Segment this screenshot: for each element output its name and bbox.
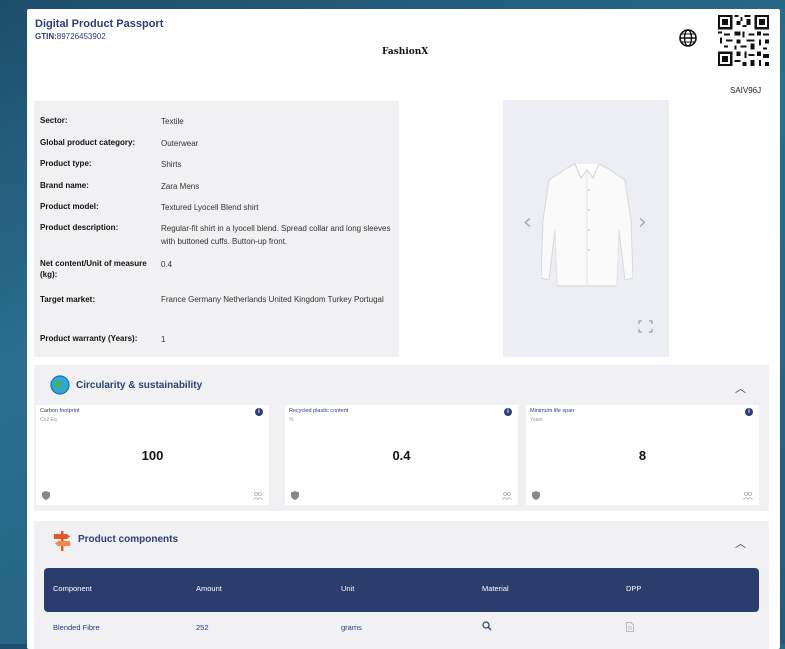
info-label: Brand name: [40, 181, 89, 190]
metric-title: Minimum life span [530, 408, 575, 414]
column-header: Amount [196, 584, 222, 593]
info-value: France Germany Netherlands United Kingdo… [161, 295, 384, 304]
info-value: Shirts [161, 160, 182, 169]
info-value: Zara Mens [161, 182, 200, 191]
column-header: DPP [626, 584, 642, 593]
info-value: 0.4 [161, 260, 173, 269]
components-table-header: Component Amount Unit Material DPP [44, 568, 759, 612]
brand-name: FashionX [382, 47, 429, 57]
people-icon [502, 492, 512, 500]
info-value: 1 [161, 335, 166, 344]
metric-value: 100 [141, 448, 164, 463]
info-label: Product type: [40, 159, 92, 168]
product-image-carousel[interactable]: ‹ › [503, 100, 669, 357]
qr-code-icon[interactable] [718, 15, 769, 66]
metric-title: Recycled plastic content [289, 408, 349, 414]
info-icon[interactable]: i [255, 408, 263, 416]
circularity-title: Circularity & sustainability [76, 380, 203, 391]
people-icon [253, 492, 263, 500]
components-title: Product components [78, 534, 179, 545]
shield-icon [532, 491, 540, 500]
info-value: Textile [161, 117, 184, 126]
info-icon[interactable]: i [745, 408, 753, 416]
info-value: Regular-fit shirt in a lyocell blend. Sp… [161, 224, 391, 246]
info-label: Product model: [40, 202, 99, 211]
page-title: Digital Product Passport [35, 18, 164, 30]
amount-cell: 252 [196, 623, 209, 632]
shield-icon [42, 491, 50, 500]
signpost-icon [54, 531, 70, 551]
info-label: Net content/Unit of measure (kg): [40, 259, 147, 279]
info-value: Outerwear [161, 139, 199, 148]
metric-unit: % [289, 417, 294, 423]
gtin-value: 89726453902 [56, 32, 106, 41]
info-label: Product warranty (Years): [40, 334, 138, 343]
chevron-right-icon[interactable]: › [638, 210, 647, 235]
circularity-section: Circularity & sustainability ︿ Carbon fo… [34, 365, 769, 511]
column-header: Unit [341, 584, 355, 593]
people-icon [743, 492, 753, 500]
component-cell: Blended Fibre [53, 623, 100, 632]
info-icon[interactable]: i [504, 408, 512, 416]
recycle-globe-icon [50, 375, 70, 395]
chevron-left-icon[interactable]: ‹ [523, 210, 532, 235]
chevron-up-icon[interactable]: ︿ [735, 380, 746, 396]
metric-unit: Years [530, 417, 543, 423]
metric-unit: Co2 Eq. [40, 417, 59, 423]
document-icon[interactable] [626, 622, 634, 632]
components-section: Product components ︿ Component Amount Un… [34, 521, 769, 649]
metric-card-carbon: Carbon footprint Co2 Eq. i 100 [36, 405, 269, 505]
shield-icon [291, 491, 299, 500]
info-label: Global product category: [40, 138, 136, 147]
fullscreen-icon[interactable] [638, 320, 653, 333]
globe-icon[interactable] [678, 28, 698, 48]
metric-card-recycled: Recycled plastic content % i 0.4 [285, 405, 518, 505]
search-icon[interactable] [482, 621, 492, 631]
metric-value: 0.4 [392, 448, 411, 463]
info-label: Product description: [40, 223, 119, 232]
gtin: GTIN:89726453902 [35, 32, 106, 41]
qr-code-label: SAIV96J [730, 86, 762, 95]
metric-card-lifespan: Minimum life span Years i 8 [526, 405, 759, 505]
info-label: Sector: [40, 116, 68, 125]
info-value: Textured Lyocell Blend shirt [161, 203, 259, 212]
metric-value: 8 [638, 448, 647, 463]
gtin-label: GTIN: [35, 32, 57, 41]
column-header: Component [53, 584, 92, 593]
unit-cell: grams [341, 623, 362, 632]
metric-title: Carbon footprint [40, 408, 80, 414]
product-info-panel: Sector: Textile Global product category: O… [34, 101, 399, 357]
product-image [541, 163, 633, 287]
column-header: Material [482, 584, 509, 593]
chevron-up-icon[interactable]: ︿ [735, 535, 746, 551]
passport-panel: Digital Product Passport GTIN:8972645390… [27, 9, 780, 649]
info-label: Target market: [40, 295, 95, 304]
